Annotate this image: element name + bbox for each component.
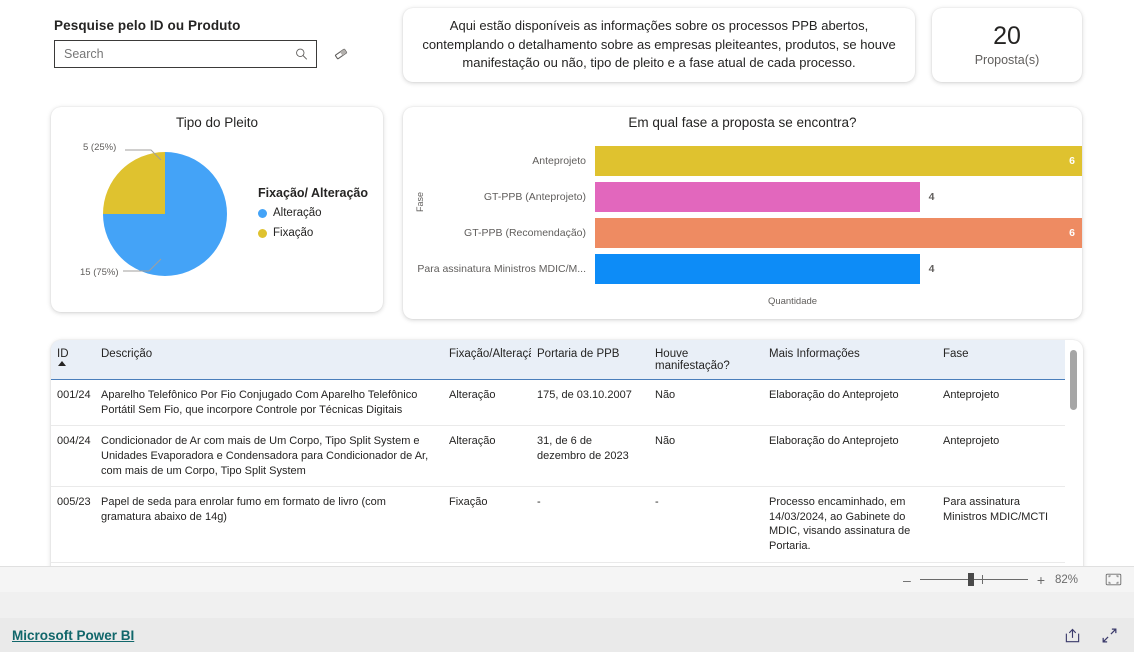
zoom-toolbar: – + 82%: [0, 566, 1134, 592]
table-header-manifestacao[interactable]: Houve manifestação?: [649, 340, 763, 380]
zoom-slider-tick: [981, 575, 983, 584]
cell-info: Processo encaminhado, em 14/03/2024, ao …: [763, 486, 937, 563]
kpi-value: 20: [993, 21, 1021, 50]
pie-legend-title: Fixação/ Alteração: [258, 186, 369, 200]
search-slicer: Pesquise pelo ID ou Produto: [54, 18, 404, 68]
proposals-table-card: ID Descrição Fixação/Alteração Portaria …: [51, 340, 1083, 592]
table-header-fixacao-alteracao[interactable]: Fixação/Alteração: [443, 340, 541, 380]
bar-value-label: 6: [1069, 227, 1075, 239]
footer-icon-group: [1064, 627, 1118, 644]
cell-info: Elaboração do Anteprojeto: [763, 425, 937, 488]
zoom-percent-label: 82%: [1055, 573, 1079, 586]
pie-label-fixacao: 5 (25%): [83, 142, 117, 153]
cell-portaria: -: [531, 486, 649, 563]
bar-row-gtppb-recomendacao[interactable]: GT-PPB (Recomendação) 6: [403, 218, 1082, 248]
zoom-slider-thumb[interactable]: [967, 573, 974, 586]
table-header-row: ID Descrição Fixação/Alteração Portaria …: [51, 340, 1065, 380]
cell-fixacao: Fixação: [443, 486, 531, 563]
bar-row-gtppb-anteprojeto[interactable]: GT-PPB (Anteprojeto) 4: [403, 182, 1082, 212]
cell-fixacao: Alteração: [443, 379, 531, 427]
legend-label-fixacao: Fixação: [273, 227, 314, 239]
table-scrollbar[interactable]: [1070, 348, 1077, 584]
info-card-text: Aqui estão disponíveis as informações so…: [422, 17, 896, 71]
eraser-icon[interactable]: [333, 46, 349, 62]
kpi-card-proposals: 20 Proposta(s): [932, 8, 1082, 82]
table-header-portaria[interactable]: Portaria de PPB: [531, 340, 649, 380]
power-bi-link[interactable]: Microsoft Power BI: [12, 628, 134, 643]
bar-value-label: 4: [928, 191, 935, 203]
bar-category-label: Para assinatura Ministros MDIC/M...: [417, 263, 586, 275]
cell-manifestacao: Não: [649, 379, 763, 427]
cell-descricao: Papel de seda para enrolar fumo em forma…: [95, 486, 443, 563]
legend-item-fixacao[interactable]: Fixação: [258, 227, 368, 239]
table-header-mais-informacoes[interactable]: Mais Informações: [763, 340, 937, 380]
pie-leader-line-top: [125, 149, 162, 161]
search-input[interactable]: [55, 41, 316, 67]
zoom-slider[interactable]: [919, 573, 1028, 586]
report-canvas: Pesquise pelo ID ou Produto Aqui estão d…: [0, 0, 1134, 592]
cell-info: Elaboração do Anteprojeto: [763, 379, 937, 427]
cell-id: 004/24: [51, 425, 95, 488]
zoom-out-button[interactable]: –: [903, 572, 911, 588]
table-row[interactable]: 001/24 Aparelho Telefônico Por Fio Conju…: [51, 379, 1065, 427]
bar-category-label: GT-PPB (Anteprojeto): [483, 191, 586, 203]
legend-swatch-fixacao: [258, 228, 267, 238]
pie-legend: Fixação/ Alteração Alteração Fixação: [258, 186, 368, 247]
search-box[interactable]: [54, 40, 317, 68]
cell-fixacao: Alteração: [443, 425, 531, 488]
cell-manifestacao: -: [649, 486, 763, 563]
table-row[interactable]: 005/23 Papel de seda para enrolar fumo e…: [51, 486, 1065, 563]
sort-ascending-icon[interactable]: [58, 361, 66, 366]
cell-portaria: 175, de 03.10.2007: [531, 379, 649, 427]
cell-descricao: Condicionador de Ar com mais de Um Corpo…: [95, 425, 443, 488]
search-icon[interactable]: [295, 48, 308, 61]
bar-fill[interactable]: 6: [595, 146, 1082, 176]
fit-to-screen-icon[interactable]: [1105, 573, 1122, 586]
bar-chart-title: Em qual fase a proposta se encontra?: [628, 115, 857, 130]
info-card: Aqui estão disponíveis as informações so…: [403, 8, 915, 82]
footer-strip: [0, 592, 1134, 618]
bar-chart-x-axis-title: Quantidade: [767, 296, 818, 307]
legend-item-alteracao[interactable]: Alteração: [258, 207, 368, 219]
bar-value-label: 6: [1069, 155, 1075, 167]
proposals-table: ID Descrição Fixação/Alteração Portaria …: [51, 340, 1065, 592]
bar-value-label: 4: [928, 263, 935, 275]
bar-category-label: Anteprojeto: [532, 155, 586, 167]
search-slicer-title: Pesquise pelo ID ou Produto: [54, 18, 241, 33]
fullscreen-icon[interactable]: [1101, 627, 1118, 644]
page-footer: Microsoft Power BI: [0, 618, 1134, 652]
table-header-id[interactable]: ID: [51, 340, 95, 380]
cell-descricao: Aparelho Telefônico Por Fio Conjugado Co…: [95, 379, 443, 427]
cell-portaria: 31, de 6 de dezembro de 2023: [531, 425, 649, 488]
bar-row-para-assinatura[interactable]: Para assinatura Ministros MDIC/M... 4: [403, 254, 1082, 284]
cell-fase: Anteprojeto: [937, 425, 1065, 488]
table-header-label: ID: [57, 348, 69, 360]
legend-label-alteracao: Alteração: [273, 207, 322, 219]
bar-chart-plot: Fase Anteprojeto 6 GT-PPB (Anteprojeto) …: [403, 130, 1082, 290]
pie-chart-title: Tipo do Pleito: [175, 115, 259, 130]
cell-id: 005/23: [51, 486, 95, 563]
bar-fill[interactable]: [595, 182, 920, 212]
table-header-fase[interactable]: Fase: [937, 340, 1065, 380]
cell-id: 001/24: [51, 379, 95, 427]
table-scrollbar-thumb[interactable]: [1070, 350, 1077, 410]
pie-label-alteracao: 15 (75%): [80, 267, 119, 278]
legend-swatch-alteracao: [258, 208, 267, 218]
bar-fill[interactable]: [595, 254, 920, 284]
cell-fase: Anteprojeto: [937, 379, 1065, 427]
table-row[interactable]: 004/24 Condicionador de Ar com mais de U…: [51, 425, 1065, 488]
cell-fase: Para assinatura Ministros MDIC/MCTI: [937, 486, 1065, 563]
share-icon[interactable]: [1064, 627, 1081, 644]
bar-fill[interactable]: 6: [595, 218, 1082, 248]
pie-chart-card: Tipo do Pleito 5 (25%) 15 (75%) Fixação/…: [51, 107, 383, 312]
bar-category-label: GT-PPB (Recomendação): [464, 227, 586, 239]
zoom-in-button[interactable]: +: [1037, 572, 1045, 588]
bar-row-anteprojeto[interactable]: Anteprojeto 6: [403, 146, 1082, 176]
kpi-label: Proposta(s): [974, 53, 1040, 68]
pie-leader-line-bottom: [123, 258, 162, 272]
bar-chart-card: Em qual fase a proposta se encontra? Fas…: [403, 107, 1082, 319]
table-scroll-region[interactable]: ID Descrição Fixação/Alteração Portaria …: [51, 340, 1083, 592]
cell-manifestacao: Não: [649, 425, 763, 488]
table-header-descricao[interactable]: Descrição: [95, 340, 443, 380]
